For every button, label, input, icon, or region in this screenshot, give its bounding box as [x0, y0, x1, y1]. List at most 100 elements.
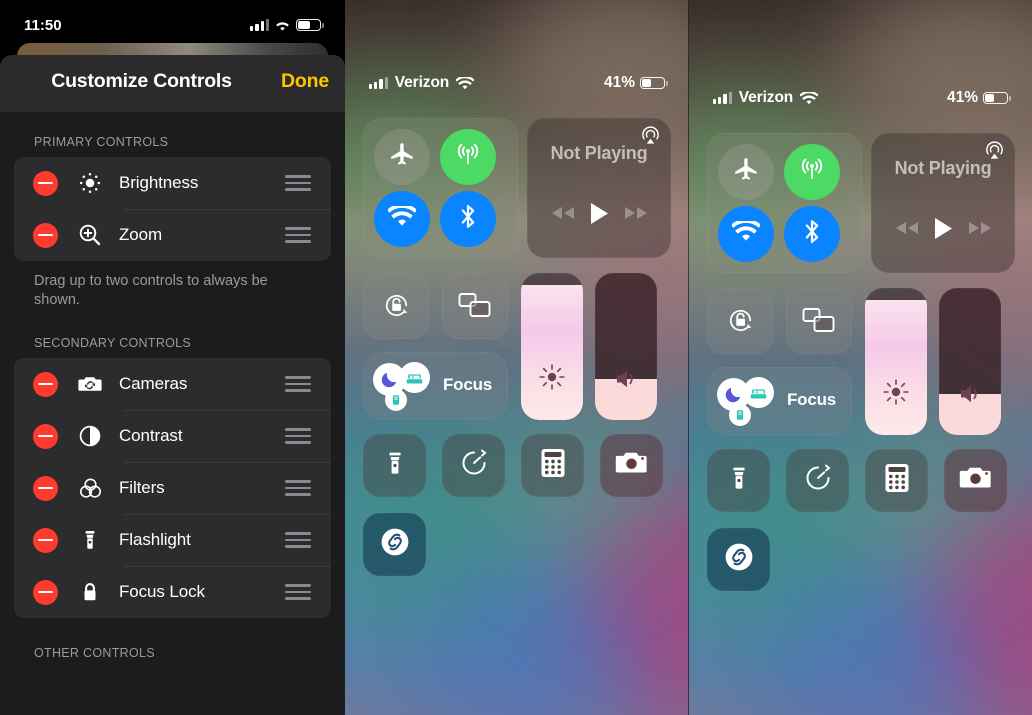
- reorder-handle-icon[interactable]: [285, 428, 311, 444]
- fast-forward-icon[interactable]: [624, 205, 648, 221]
- cc-status-bar-a: Verizon 41%: [345, 72, 689, 94]
- volume-slider-a[interactable]: [595, 273, 657, 420]
- reorder-handle-icon[interactable]: [285, 532, 311, 548]
- battery-percent-label: 41%: [603, 74, 635, 91]
- reorder-handle-icon[interactable]: [285, 175, 311, 191]
- airplane-mode-toggle[interactable]: [718, 144, 774, 200]
- control-row-brightness[interactable]: Brightness: [14, 157, 331, 209]
- section-label-secondary: SECONDARY CONTROLS: [34, 336, 192, 350]
- flashlight-icon: [380, 448, 410, 483]
- camera-icon: [615, 449, 648, 482]
- timer-icon: [458, 447, 490, 484]
- minus-circle-icon[interactable]: [33, 423, 58, 449]
- status-bar-right: [250, 18, 324, 32]
- rewind-icon[interactable]: [551, 205, 575, 221]
- focus-module-a[interactable]: Focus: [363, 352, 508, 420]
- cc-status-bar-b: Verizon 41%: [689, 87, 1032, 109]
- flashlight-shortcut-a[interactable]: [363, 434, 426, 497]
- flashlight-shortcut-b[interactable]: [707, 449, 770, 512]
- wifi-icon: [800, 91, 819, 105]
- screen-mirroring-button-b[interactable]: [786, 288, 852, 354]
- now-playing-transport-b: [871, 215, 1015, 241]
- play-icon[interactable]: [934, 217, 953, 240]
- focus-module-b[interactable]: Focus: [707, 367, 852, 435]
- bluetooth-icon: [799, 217, 825, 251]
- control-row-flashlight[interactable]: Flashlight: [14, 514, 331, 566]
- calculator-shortcut-a[interactable]: [521, 434, 584, 497]
- now-playing-module-a[interactable]: Not Playing: [527, 118, 671, 258]
- focus-label: Focus: [443, 375, 493, 394]
- airplane-mode-toggle[interactable]: [374, 129, 430, 185]
- focus-row-b: Focus: [717, 377, 836, 426]
- cellular-data-toggle[interactable]: [440, 129, 496, 185]
- reorder-handle-icon[interactable]: [285, 480, 311, 496]
- reorder-handle-icon[interactable]: [285, 584, 311, 600]
- control-label: Flashlight: [119, 530, 191, 549]
- reorder-handle-icon[interactable]: [285, 376, 311, 392]
- brightness-slider-a[interactable]: [521, 273, 583, 420]
- speaker-icon: [595, 366, 657, 392]
- camera-shortcut-a[interactable]: [600, 434, 663, 497]
- reading-icon: [729, 404, 751, 426]
- timer-shortcut-b[interactable]: [786, 449, 849, 512]
- fast-forward-icon[interactable]: [968, 220, 992, 236]
- rotation-lock-button-a[interactable]: [363, 273, 429, 339]
- camera-shortcut-b[interactable]: [944, 449, 1007, 512]
- customize-controls-pane: 11:50 Customize Controls Done PRIMARY CO…: [0, 0, 345, 715]
- lock-icon: [75, 577, 105, 607]
- focus-icon-stack: [717, 377, 781, 426]
- color-filters-icon: [75, 473, 105, 503]
- shazam-shortcut-b[interactable]: [707, 528, 770, 591]
- cc-status-left-b: Verizon: [713, 89, 819, 107]
- control-row-contrast[interactable]: Contrast: [14, 410, 331, 462]
- cellular-data-icon: [454, 141, 482, 174]
- minus-circle-icon[interactable]: [33, 475, 58, 501]
- flashlight-icon: [75, 525, 105, 555]
- minus-circle-icon[interactable]: [33, 371, 58, 397]
- control-label: Contrast: [119, 426, 183, 445]
- play-icon[interactable]: [590, 202, 609, 225]
- cc-status-right: 41%: [603, 74, 668, 92]
- minus-circle-icon[interactable]: [33, 579, 58, 605]
- calculator-icon: [884, 463, 910, 498]
- reorder-handle-icon[interactable]: [285, 227, 311, 243]
- rotation-lock-button-b[interactable]: [707, 288, 773, 354]
- bed-icon: [743, 377, 774, 408]
- control-row-zoom[interactable]: Zoom: [14, 209, 331, 261]
- connectivity-module-b: [707, 133, 862, 273]
- wifi-toggle[interactable]: [718, 206, 774, 262]
- bed-icon: [399, 362, 430, 393]
- timer-icon: [802, 462, 834, 499]
- done-button[interactable]: Done: [281, 70, 329, 93]
- minus-circle-icon[interactable]: [33, 527, 58, 553]
- calculator-shortcut-b[interactable]: [865, 449, 928, 512]
- volume-slider-b[interactable]: [939, 288, 1001, 435]
- cellular-bars-icon: [250, 19, 269, 31]
- now-playing-module-b[interactable]: Not Playing: [871, 133, 1015, 273]
- rewind-icon[interactable]: [895, 220, 919, 236]
- wifi-toggle[interactable]: [374, 191, 430, 247]
- airplane-icon: [733, 156, 760, 188]
- screen-mirroring-button-a[interactable]: [442, 273, 508, 339]
- bluetooth-toggle[interactable]: [440, 191, 496, 247]
- bluetooth-icon: [455, 202, 481, 236]
- control-row-cameras[interactable]: Cameras: [14, 358, 331, 410]
- sheet-header: Customize Controls Done: [0, 55, 345, 112]
- brightness-slider-b[interactable]: [865, 288, 927, 435]
- rotation-lock-icon: [380, 289, 413, 327]
- control-row-filters[interactable]: Filters: [14, 462, 331, 514]
- wifi-icon: [386, 204, 418, 232]
- control-row-focus-lock[interactable]: Focus Lock: [14, 566, 331, 618]
- cc-status-right-b: 41%: [947, 89, 1011, 107]
- status-bar: 11:50: [0, 14, 345, 36]
- shazam-shortcut-a[interactable]: [363, 513, 426, 576]
- bluetooth-toggle[interactable]: [784, 206, 840, 262]
- timer-shortcut-a[interactable]: [442, 434, 505, 497]
- minus-circle-icon[interactable]: [33, 222, 58, 248]
- wifi-icon: [730, 219, 762, 247]
- battery-icon: [296, 18, 324, 32]
- screen-root: 11:50 Customize Controls Done PRIMARY CO…: [0, 0, 1032, 715]
- minus-circle-icon[interactable]: [33, 170, 58, 196]
- section-label-primary: PRIMARY CONTROLS: [34, 135, 169, 149]
- cellular-data-toggle[interactable]: [784, 144, 840, 200]
